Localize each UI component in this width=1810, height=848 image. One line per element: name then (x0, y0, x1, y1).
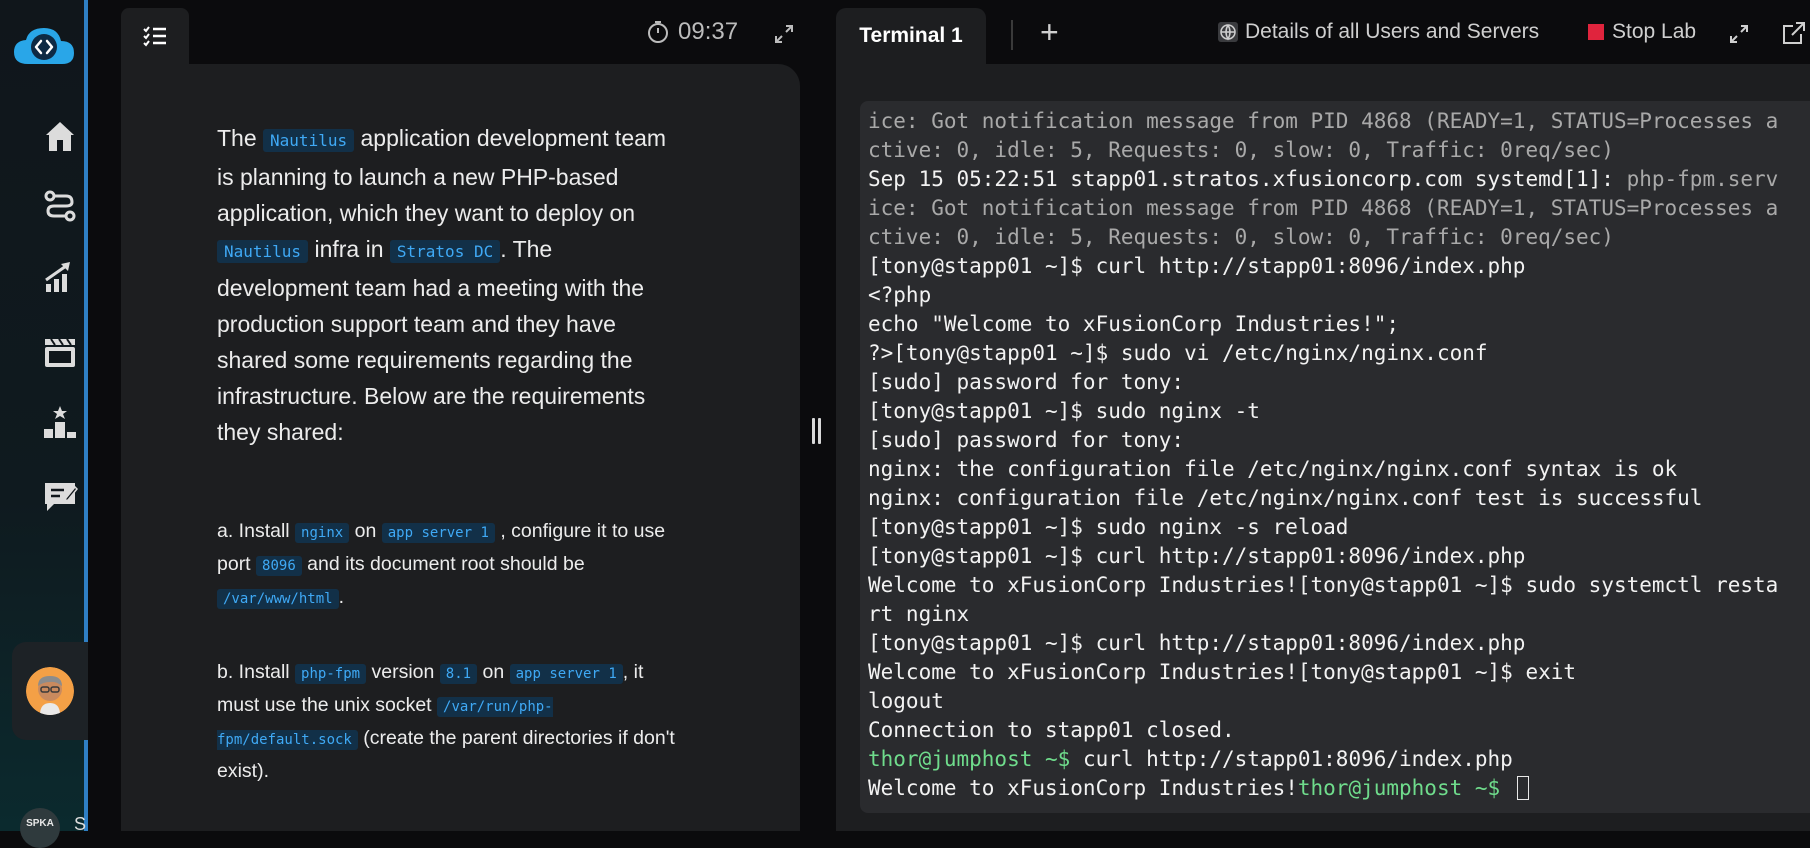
code-term: Stratos DC (389, 240, 501, 263)
clapperboard-icon[interactable] (40, 332, 80, 372)
expand-icon[interactable] (1729, 24, 1749, 49)
terminal-text: thor@jumphost ~$ (868, 747, 1083, 771)
expand-icon[interactable] (774, 24, 794, 49)
terminal-line: nginx: the configuration file /etc/nginx… (868, 455, 1810, 484)
terminal-text: ice: Got notification message from PID 4… (868, 196, 1779, 220)
terminal-line: thor@jumphost ~$ curl http://stapp01:809… (868, 745, 1810, 774)
tab-separator (1011, 20, 1013, 50)
terminal-text: thor@jumphost ~$ (1297, 776, 1513, 800)
user-card[interactable] (12, 642, 88, 740)
terminal-text: ctive: 0, idle: 5, Requests: 0, slow: 0,… (868, 225, 1614, 249)
code-term: php-fpm (295, 664, 367, 684)
terminal-line: ice: Got notification message from PID 4… (868, 107, 1810, 136)
terminal-text: [tony@stapp01 ~]$ curl http://stapp01:80… (868, 544, 1526, 568)
terminal-line: [tony@stapp01 ~]$ sudo nginx -t (868, 397, 1810, 426)
code-term: /var/www/html (217, 589, 339, 609)
details-button[interactable]: Details of all Users and Servers (1217, 20, 1539, 44)
terminal-line: ctive: 0, idle: 5, Requests: 0, slow: 0,… (868, 136, 1810, 165)
terminal-text: Connection to stapp01 closed. (868, 718, 1235, 742)
terminal-line: [tony@stapp01 ~]$ curl http://stapp01:80… (868, 542, 1810, 571)
progress-icon[interactable] (40, 256, 80, 296)
code-term: app server 1 (509, 664, 623, 684)
cloud-logo-icon[interactable] (12, 22, 76, 72)
leaderboard-icon[interactable] (40, 402, 80, 442)
terminal-line: [tony@stapp01 ~]$ curl http://stapp01:80… (868, 629, 1810, 658)
terminal-text: [tony@stapp01 ~]$ curl http://stapp01:80… (868, 631, 1526, 655)
terminal-text: rt nginx (868, 602, 970, 626)
code-term: 8096 (256, 556, 302, 576)
terminal-line: ctive: 0, idle: 5, Requests: 0, slow: 0,… (868, 223, 1810, 252)
terminal-line: Connection to stapp01 closed. (868, 716, 1810, 745)
feedback-icon[interactable] (40, 476, 80, 516)
terminal-text: [tony@stapp01 ~]$ curl http://stapp01:80… (868, 254, 1526, 278)
terminal-text: nginx: configuration file /etc/nginx/ngi… (868, 486, 1703, 510)
terminal-text: ctive: 0, idle: 5, Requests: 0, slow: 0,… (868, 138, 1614, 162)
details-label: Details of all Users and Servers (1245, 20, 1540, 43)
terminal-text: ice: Got notification message from PID 4… (868, 109, 1779, 133)
terminal-text: Welcome to xFusionCorp Industries! (868, 776, 1298, 800)
timer: 09:37 (646, 18, 738, 46)
terminal-screen[interactable]: ice: Got notification message from PID 4… (860, 101, 1810, 813)
instructions-content: The Nautilus application development tea… (217, 120, 687, 787)
stop-lab-button[interactable]: Stop Lab (1588, 20, 1696, 44)
timer-value: 09:37 (678, 18, 739, 45)
terminal-text: Sep 15 05:22:51 stapp01.stratos.xfusionc… (868, 167, 1627, 191)
sidebar: SPKA S (0, 0, 88, 848)
code-term: app server 1 (381, 523, 495, 543)
terminal-line: Welcome to xFusionCorp Industries![tony@… (868, 571, 1810, 600)
terminal-line: [sudo] password for tony: (868, 426, 1810, 455)
panel-resize-handle[interactable] (812, 418, 824, 444)
avatar[interactable] (26, 667, 74, 715)
terminal-line: ?>[tony@stapp01 ~]$ sudo vi /etc/nginx/n… (868, 339, 1810, 368)
terminal-text: [sudo] password for tony: (868, 428, 1185, 452)
add-tab-icon[interactable]: + (1040, 14, 1059, 51)
terminal-line: ice: Got notification message from PID 4… (868, 194, 1810, 223)
terminal-text: [tony@stapp01 ~]$ sudo nginx -s reload (868, 515, 1349, 539)
code-term: Nautilus (263, 129, 355, 152)
requirement-a: a. Install nginx on app server 1 , confi… (217, 520, 666, 609)
terminal-text: Welcome to xFusionCorp Industries![tony@… (868, 660, 1577, 684)
globe-icon (1218, 22, 1238, 42)
terminal-text: Welcome to xFusionCorp Industries![tony@… (868, 573, 1779, 597)
workflow-icon[interactable] (40, 186, 80, 226)
team-name-initial: S (74, 814, 87, 834)
terminal-text: php-fpm.serv (1626, 167, 1779, 191)
terminal-line: rt nginx (868, 600, 1810, 629)
requirement-b: b. Install php-fpm version 8.1 on app se… (217, 661, 675, 782)
terminal-line: <?php (868, 281, 1810, 310)
code-term: Nautilus (217, 240, 309, 263)
stopwatch-icon (648, 21, 668, 43)
terminal-line: [sudo] password for tony: (868, 368, 1810, 397)
terminal-line: Welcome to xFusionCorp Industries!thor@j… (868, 774, 1810, 803)
stop-square-icon (1588, 24, 1604, 40)
terminal-line: nginx: configuration file /etc/nginx/ngi… (868, 484, 1810, 513)
task-list-icon (143, 26, 166, 47)
terminal-line: [tony@stapp01 ~]$ sudo nginx -s reload (868, 513, 1810, 542)
task-intro: The Nautilus application development tea… (217, 125, 667, 445)
tab-terminal-1[interactable]: Terminal 1 (836, 8, 986, 64)
terminal-line: logout (868, 687, 1810, 716)
open-external-icon[interactable] (1781, 20, 1807, 51)
terminal-text: echo "Welcome to xFusionCorp Industries!… (868, 312, 1400, 336)
terminal-line: [tony@stapp01 ~]$ curl http://stapp01:80… (868, 252, 1810, 281)
terminal-line: echo "Welcome to xFusionCorp Industries!… (868, 310, 1810, 339)
terminal-output: ice: Got notification message from PID 4… (860, 101, 1810, 803)
terminal-line: Sep 15 05:22:51 stapp01.stratos.xfusionc… (868, 165, 1810, 194)
team-badge[interactable]: SPKA (20, 808, 60, 848)
task-list-tab[interactable] (121, 8, 189, 64)
terminal-text: [sudo] password for tony: (868, 370, 1185, 394)
stop-lab-label: Stop Lab (1612, 20, 1697, 43)
terminal-text: nginx: the configuration file /etc/nginx… (868, 457, 1678, 481)
code-term: nginx (295, 523, 350, 543)
terminal-text: ?>[tony@stapp01 ~]$ sudo vi /etc/nginx/n… (868, 341, 1488, 365)
terminal-line: Welcome to xFusionCorp Industries![tony@… (868, 658, 1810, 687)
code-term: 8.1 (439, 664, 478, 684)
terminal-cursor (1516, 776, 1529, 800)
terminal-text: logout (868, 689, 944, 713)
instructions-panel: 09:37 The Nautilus application developme… (121, 0, 893, 831)
terminal-text: <?php (868, 283, 932, 307)
home-icon[interactable] (40, 116, 80, 156)
terminal-text: curl http://stapp01:8096/index.php (1082, 747, 1513, 771)
terminal-text: [tony@stapp01 ~]$ sudo nginx -t (868, 399, 1260, 423)
